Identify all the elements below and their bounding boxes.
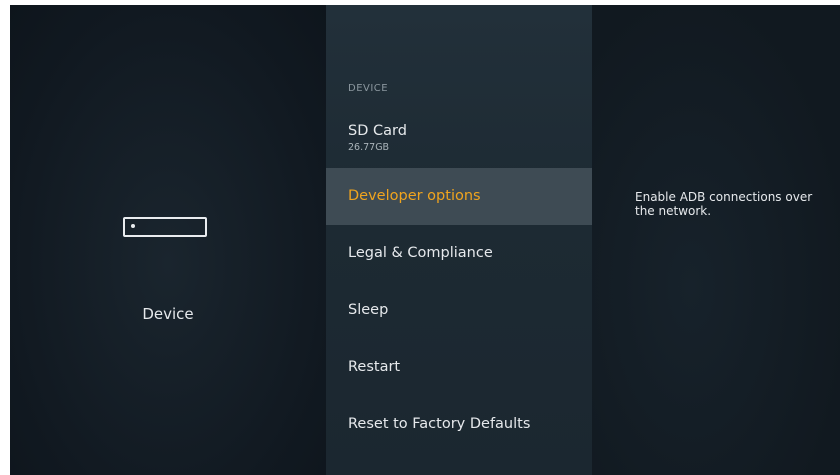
menu-item-label: Legal & Compliance	[348, 245, 493, 261]
menu-item-reset-factory-defaults[interactable]: Reset to Factory Defaults	[326, 396, 592, 453]
menu-section-header: DEVICE	[348, 83, 389, 94]
menu-item-label: SD Card	[348, 123, 407, 139]
tv-settings-screen: Device DEVICE SD Card 26.77GB Developer …	[10, 5, 840, 475]
fire-tv-device-icon	[123, 217, 207, 237]
menu-item-label: Sleep	[348, 302, 389, 318]
category-pane: Device	[10, 5, 326, 475]
menu-item-developer-options[interactable]: Developer options	[326, 168, 592, 225]
option-description: Enable ADB connections over the network.	[635, 190, 813, 219]
menu-item-sd-card[interactable]: SD Card 26.77GB	[326, 123, 592, 171]
menu-item-sublabel: 26.77GB	[348, 142, 390, 153]
menu-item-label: Reset to Factory Defaults	[348, 416, 531, 432]
menu-item-restart[interactable]: Restart	[326, 339, 592, 396]
menu-item-label: Restart	[348, 359, 401, 375]
menu-item-legal-compliance[interactable]: Legal & Compliance	[326, 225, 592, 282]
category-label: Device	[142, 305, 194, 323]
description-pane: Enable ADB connections over the network.	[592, 5, 840, 475]
menu-item-label: Developer options	[348, 188, 481, 204]
device-led-dot	[131, 224, 135, 228]
settings-menu: DEVICE SD Card 26.77GB Developer options…	[326, 5, 592, 475]
menu-item-sleep[interactable]: Sleep	[326, 282, 592, 339]
